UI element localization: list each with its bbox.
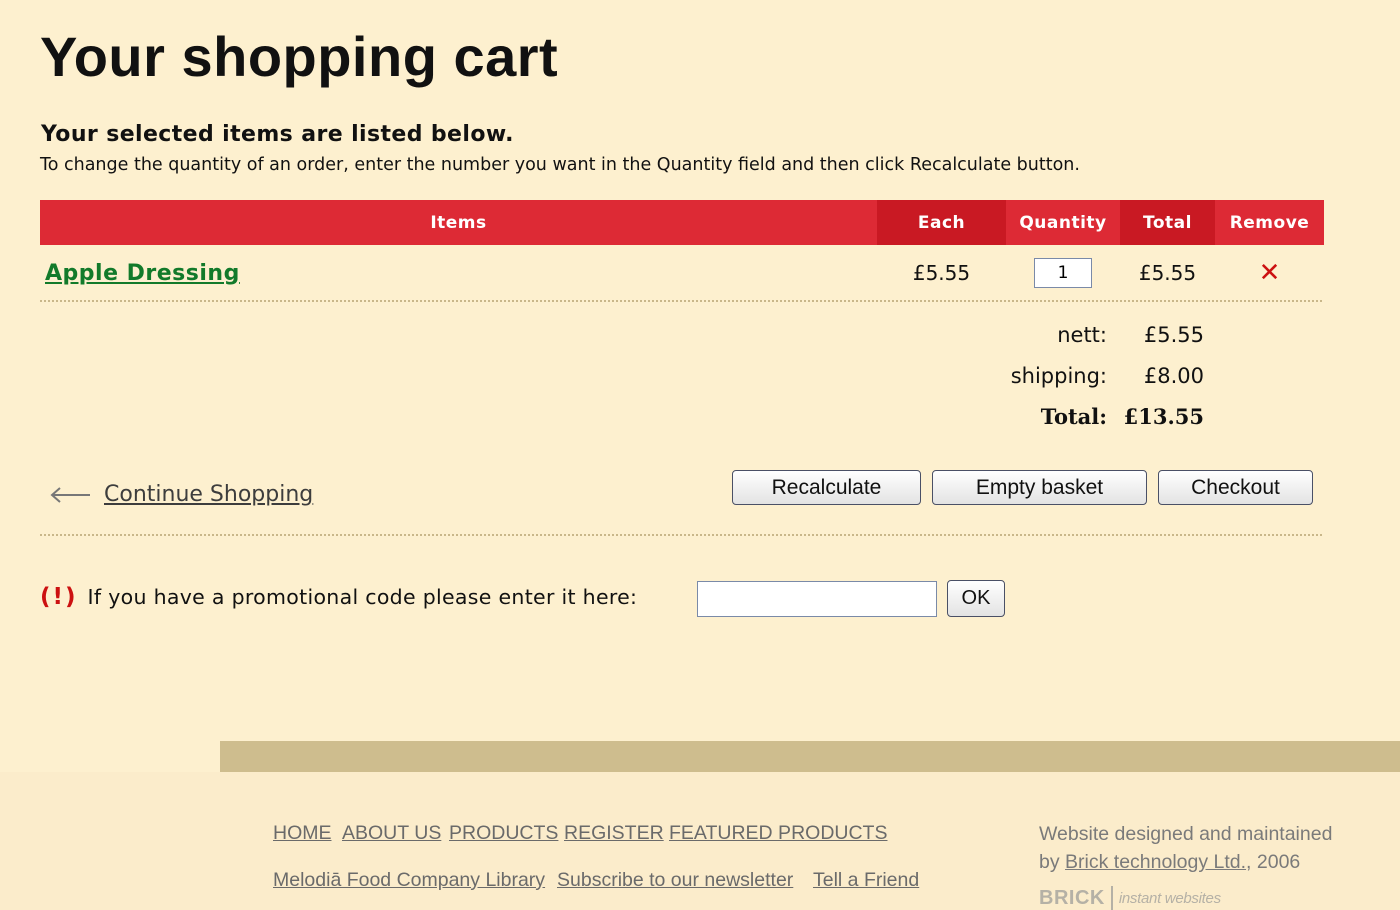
checkout-button[interactable]: Checkout (1158, 470, 1313, 505)
logo-separator (1110, 886, 1113, 910)
site-credit: Website designed and maintained by Brick… (1039, 820, 1339, 876)
shipping-label: shipping: (1010, 363, 1107, 388)
cart-item-link[interactable]: Apple Dressing (40, 261, 240, 286)
empty-basket-button[interactable]: Empty basket (932, 470, 1147, 505)
nett-label: nett: (1057, 322, 1107, 347)
recalculate-button[interactable]: Recalculate (732, 470, 921, 505)
footer-link-products[interactable]: PRODUCTS (449, 822, 558, 845)
cart-item-row: Apple Dressing £5.55 £5.55 ✕ (40, 245, 1324, 301)
divider (40, 300, 1322, 302)
footer-band (220, 741, 1400, 772)
footer-link-tell-a-friend[interactable]: Tell a Friend (813, 869, 919, 892)
column-header-each: Each (877, 200, 1006, 245)
summary-total-row: Total: £13.55 (900, 396, 1210, 437)
footer-link-featured-products[interactable]: FEATURED PRODUCTS (669, 822, 887, 845)
cart-item-each-price: £5.55 (912, 261, 971, 285)
total-value: £13.55 (1123, 404, 1204, 429)
credit-year: , 2006 (1246, 851, 1301, 873)
summary-nett-row: nett: £5.55 (900, 314, 1210, 355)
promo-code-input[interactable] (697, 581, 937, 617)
continue-shopping-link[interactable]: Continue Shopping (104, 482, 313, 507)
cart-subtitle: Your selected items are listed below. (41, 122, 514, 147)
summary-shipping-row: shipping: £8.00 (900, 355, 1210, 396)
nett-value: £5.55 (1143, 322, 1204, 347)
footer-link-newsletter[interactable]: Subscribe to our newsletter (557, 869, 793, 892)
alert-icon: (!) (40, 584, 78, 610)
column-header-total: Total (1120, 200, 1215, 245)
logo-brand: BRICK (1039, 886, 1105, 909)
promo-section: (!) If you have a promotional code pleas… (40, 584, 637, 610)
cart-header-row: Items Each Quantity Total Remove (40, 200, 1324, 245)
footer-link-library[interactable]: Melodiā Food Company Library (273, 869, 545, 892)
column-header-items: Items (40, 200, 877, 245)
order-summary: nett: £5.55 shipping: £8.00 Total: £13.5… (900, 314, 1210, 437)
total-label: Total: (1040, 404, 1107, 429)
footer-link-home[interactable]: HOME (273, 822, 332, 845)
cart-instructions: To change the quantity of an order, ente… (40, 155, 1080, 175)
shipping-value: £8.00 (1143, 363, 1204, 388)
cart-table: Items Each Quantity Total Remove Apple D… (40, 200, 1324, 301)
divider (40, 534, 1322, 536)
promo-ok-button[interactable]: OK (947, 580, 1005, 617)
credit-line: Website designed and maintained (1039, 823, 1333, 845)
column-header-remove: Remove (1215, 200, 1324, 245)
column-header-quantity: Quantity (1006, 200, 1120, 245)
continue-shopping[interactable]: Continue Shopping (48, 482, 313, 507)
credit-by: by (1039, 851, 1060, 873)
footer-link-register[interactable]: REGISTER (564, 822, 664, 845)
page-title: Your shopping cart (40, 25, 559, 88)
credit-company-link[interactable]: Brick technology Ltd. (1065, 851, 1246, 873)
logo-tagline: instant websites (1118, 889, 1221, 907)
quantity-input[interactable] (1034, 258, 1092, 288)
close-icon[interactable]: ✕ (1259, 258, 1281, 288)
promo-label: If you have a promotional code please en… (87, 585, 638, 609)
cart-item-total-price: £5.55 (1138, 261, 1197, 285)
arrow-left-icon (50, 486, 90, 503)
brick-logo: BRICK instant websites (1039, 886, 1221, 910)
footer-link-about-us[interactable]: ABOUT US (342, 822, 441, 845)
